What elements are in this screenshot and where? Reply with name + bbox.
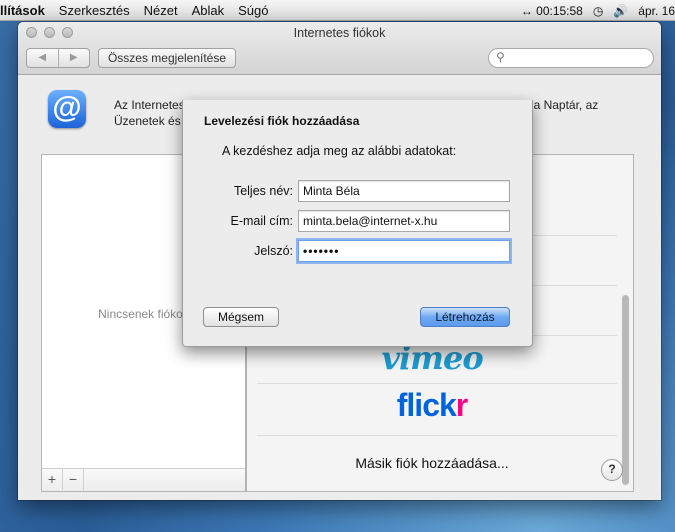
sheet-title: Levelezési fiók hozzáadása (204, 114, 360, 128)
search-field[interactable]: ⚲ (488, 48, 654, 68)
menu-view[interactable]: Nézet (144, 3, 178, 18)
time-machine-icon[interactable]: ◷ (593, 4, 603, 18)
fullname-field[interactable]: Minta Béla (298, 180, 510, 202)
add-other-account-button[interactable]: Másik fiók hozzáadása... (247, 455, 617, 471)
menu-help[interactable]: Súgó (238, 3, 268, 18)
menu-bar: llítások Szerkesztés Nézet Ablak Súgó ↔ … (0, 0, 675, 21)
forward-arrow-icon[interactable]: ▶ (59, 49, 90, 67)
password-label: Jelszó: (254, 244, 293, 258)
volume-icon[interactable]: 🔊 (613, 4, 628, 18)
back-forward-control: ◀ ▶ (26, 48, 90, 68)
sheet-subtitle: A kezdéshez adja meg az alábbi adatokat: (222, 144, 457, 158)
create-button[interactable]: Létrehozás (420, 307, 510, 327)
add-account-button[interactable]: + (42, 469, 63, 490)
flickr-logo-part-2: r (455, 387, 468, 423)
divider (257, 383, 617, 384)
list-controls: + − (42, 468, 245, 491)
fullname-label: Teljes név: (233, 184, 293, 198)
add-mail-account-sheet: Levelezési fiók hozzáadása A kezdéshez a… (182, 100, 533, 347)
clock-date[interactable]: ápr. 16 (638, 4, 675, 18)
show-all-button[interactable]: Összes megjelenítése (98, 48, 236, 68)
menu-window[interactable]: Ablak (192, 3, 225, 18)
remove-account-button[interactable]: − (63, 469, 84, 490)
back-arrow-icon[interactable]: ◀ (27, 49, 59, 67)
email-field[interactable]: minta.bela@internet-x.hu (298, 210, 510, 232)
email-label: E-mail cím: (230, 214, 294, 228)
window-toolbar: Internetes fiókok ◀ ▶ Összes megjeleníté… (18, 22, 661, 75)
cancel-button[interactable]: Mégsem (203, 307, 279, 327)
scrollbar-thumb[interactable] (622, 295, 629, 485)
divider (257, 435, 617, 436)
internet-accounts-window: Internetes fiókok ◀ ▶ Összes megjeleníté… (18, 22, 661, 500)
menu-extras: ↔ 00:15:58 ◷ 🔊 ápr. 16 (511, 0, 675, 21)
provider-flickr[interactable]: flickr (247, 387, 617, 424)
internet-accounts-at-icon: @ (48, 90, 86, 128)
menu-edit[interactable]: Szerkesztés (59, 3, 130, 18)
flickr-logo-part-1: flick (396, 387, 457, 423)
timer-status[interactable]: ↔ 00:15:58 (521, 4, 583, 18)
password-field[interactable]: ••••••• (298, 240, 510, 262)
menu-app-name[interactable]: llítások (0, 3, 45, 18)
search-icon: ⚲ (496, 50, 505, 64)
window-title: Internetes fiókok (293, 26, 386, 40)
help-button[interactable]: ? (601, 459, 623, 481)
